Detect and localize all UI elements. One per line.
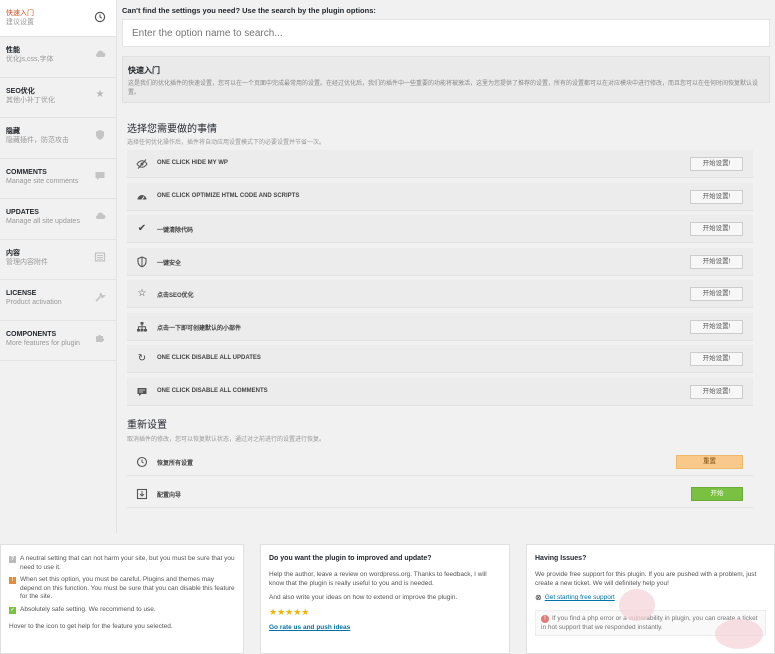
eye-slash-icon [136, 158, 148, 170]
quick-action-row: ONE CLICK OPTIMIZE HTML CODE AND SCRIPTS… [127, 182, 753, 211]
quick-action-row: ☆ 点击SEO优化 开始设置! [127, 280, 753, 308]
reset-row: 配置向导 开始 [127, 480, 753, 508]
puzzle-icon [94, 332, 106, 344]
blur-overlay [619, 589, 655, 621]
reset-section-title: 重新设置 [127, 420, 167, 431]
quick-start-box: 快速入门 这是我们的优化插件的快速设置，您可以在一个页面中完成最常用的设置。在经… [122, 56, 770, 103]
cloud-icon [94, 48, 106, 60]
quick-action-row: ✔ 一键清除代码 开始设置! [127, 215, 753, 243]
reset-button[interactable]: 重置 [676, 455, 743, 469]
hover-hint: Hover to the icon to get help for the fe… [9, 623, 173, 630]
sidebar-item-hide[interactable]: 隐藏 隐藏插件，防范攻击 [0, 118, 116, 159]
quick-action-label: 一键安全 [157, 260, 182, 267]
quick-action-label: 点击一下即可创建默认的小部件 [157, 325, 242, 332]
search-input[interactable] [122, 19, 770, 47]
search-hint: Can't find the settings you need? Use th… [122, 6, 376, 15]
quick-action-row: ONE CLICK HIDE MY WP 开始设置! [127, 150, 753, 178]
main-content: Can't find the settings you need? Use th… [117, 0, 775, 533]
comment-icon [136, 386, 148, 398]
legend-text: Absolutely safe setting. We recommend to… [20, 605, 156, 613]
wrench-icon [94, 291, 107, 303]
quick-action-label: ONE CLICK DISABLE ALL UPDATES [157, 355, 261, 361]
blur-overlay [715, 619, 763, 649]
refresh-icon: ↻ [137, 353, 147, 364]
support-link[interactable]: Get starting free support [545, 594, 615, 601]
start-setup-button[interactable]: 开始设置! [690, 157, 743, 171]
legend-text: A neutral setting that can not harm your… [20, 555, 235, 571]
sitemap-icon [136, 321, 148, 333]
wizard-start-button[interactable]: 开始 [691, 487, 743, 501]
dashboard-icon [136, 191, 148, 203]
quick-action-label: ONE CLICK OPTIMIZE HTML CODE AND SCRIPTS [157, 192, 300, 199]
shield-icon [136, 255, 148, 268]
sidebar-item-quick-start[interactable]: 快速入门 建议设置 [0, 0, 116, 37]
reset-label: 配置向导 [157, 493, 182, 499]
history-icon [136, 456, 148, 468]
rating-stars[interactable]: ★★★★★ [269, 607, 501, 618]
sidebar-item-comments[interactable]: COMMENTS Manage site comments [0, 159, 116, 199]
sidebar: 快速入门 建议设置 性能 优化js,css,字体 SEO优化 其他小补丁优化 ★… [0, 0, 117, 533]
import-icon [136, 488, 148, 500]
feedback-text: Help the author, leave a review on wordp… [269, 571, 487, 587]
warning-icon: ! [9, 577, 16, 584]
quick-action-row: 点击一下即可创建默认的小部件 开始设置! [127, 312, 753, 341]
start-setup-button[interactable]: 开始设置! [690, 352, 743, 366]
quick-actions-description: 选择任何优化操作后，插件将自动应用设置模式下的必要设置并节省一次。 [127, 140, 326, 146]
quick-start-title: 快速入门 [128, 66, 160, 75]
neutral-icon: ? [9, 556, 16, 563]
sidebar-item-components[interactable]: COMPONENTS More features for plugin [0, 321, 116, 361]
error-icon: ! [541, 615, 549, 623]
quick-action-row: 一键安全 开始设置! [127, 247, 753, 276]
legend-item: ! When set this option, you must be care… [9, 576, 235, 602]
feedback-text-2: And also write your ideas on how to exte… [269, 594, 458, 601]
start-setup-button[interactable]: 开始设置! [690, 287, 743, 301]
start-setup-button[interactable]: 开始设置! [690, 222, 743, 236]
shield-icon [94, 129, 106, 141]
sidebar-item-performance[interactable]: 性能 优化js,css,字体 [0, 37, 116, 78]
feedback-panel: Do you want the plugin to improved and u… [260, 544, 510, 654]
reset-row: 恢复所有设置 重置 [127, 448, 753, 476]
safe-icon: ✓ [9, 606, 16, 614]
support-panel: Having Issues? We provide free support f… [526, 544, 775, 654]
quick-action-row: ↻ ONE CLICK DISABLE ALL UPDATES 开始设置! [127, 345, 753, 373]
legend-panel: ? A neutral setting that can not harm yo… [0, 544, 244, 654]
support-title: Having Issues? [535, 555, 587, 562]
quick-action-row: ONE CLICK DISABLE ALL COMMENTS 开始设置! [127, 377, 753, 406]
legend-item: ? A neutral setting that can not harm yo… [9, 555, 235, 572]
quick-action-label: 点击SEO优化 [157, 293, 194, 299]
cloud-icon [94, 210, 106, 222]
quick-actions-title: 选择您需要做的事情 [127, 124, 217, 135]
quick-action-label: 一键清除代码 [157, 228, 194, 234]
sidebar-item-content[interactable]: 内容 管理内容附件 [0, 240, 116, 280]
rate-us-link[interactable]: Go rate us and push ideas [269, 624, 350, 631]
quick-start-description: 这是我们的优化插件的快速设置，您可以在一个页面中完成最常用的设置。在经过优化后，… [128, 81, 759, 96]
sidebar-item-updates[interactable]: UPDATES Manage all site updates [0, 199, 116, 240]
support-text: We provide free support for this plugin.… [535, 571, 757, 587]
reset-label: 恢复所有设置 [157, 461, 194, 467]
quick-action-label: ONE CLICK DISABLE ALL COMMENTS [157, 387, 268, 394]
sidebar-item-seo[interactable]: SEO优化 其他小补丁优化 ★ [0, 78, 116, 118]
reset-section-description: 取消插件的修改，您可以恢复默认状态，通过对之前进行的设置进行恢复。 [127, 437, 326, 443]
sidebar-item-license[interactable]: LICENSE Product activation [0, 280, 116, 321]
comment-icon [94, 170, 106, 182]
feedback-title: Do you want the plugin to improved and u… [269, 555, 432, 562]
list-icon [94, 251, 106, 263]
start-setup-button[interactable]: 开始设置! [690, 189, 743, 204]
quick-action-label: ONE CLICK HIDE MY WP [157, 160, 228, 166]
start-setup-button[interactable]: 开始设置! [690, 384, 743, 399]
clock-icon [94, 11, 106, 23]
star-icon: ★ [95, 88, 105, 100]
start-setup-button[interactable]: 开始设置! [690, 254, 743, 269]
star-icon: ☆ [137, 288, 147, 299]
support-icon: ⊗ [535, 593, 542, 602]
legend-text: When set this option, you must be carefu… [20, 576, 235, 600]
check-icon: ✔ [137, 223, 147, 234]
legend-item: ✓ Absolutely safe setting. We recommend … [9, 606, 235, 615]
start-setup-button[interactable]: 开始设置! [690, 319, 743, 334]
